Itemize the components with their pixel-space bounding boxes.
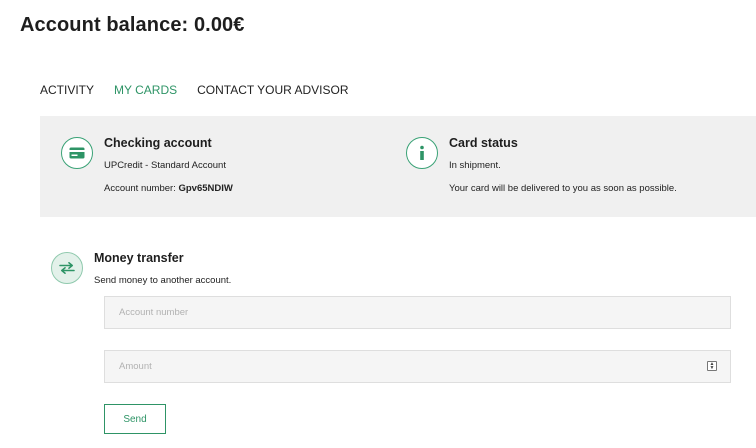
account-number-input[interactable] xyxy=(104,296,731,329)
checking-account-title: Checking account xyxy=(104,136,212,150)
money-transfer-description: Send money to another account. xyxy=(94,275,232,286)
amount-stepper-icon[interactable]: ▲ ▼ xyxy=(707,361,717,371)
tab-my-cards[interactable]: MY CARDS xyxy=(114,83,177,97)
info-icon xyxy=(406,137,438,169)
card-status-value: In shipment. xyxy=(449,160,501,171)
account-number-row: Account number: Gpv65NDIW xyxy=(104,183,233,194)
account-tabs: ACTIVITY MY CARDS CONTACT YOUR ADVISOR xyxy=(40,83,349,97)
transfer-arrows-icon xyxy=(51,252,83,284)
account-number-value: Gpv65NDIW xyxy=(178,183,233,194)
account-balance-title: Account balance: 0.00€ xyxy=(20,14,245,36)
send-button[interactable]: Send xyxy=(104,404,166,434)
card-status-title: Card status xyxy=(449,136,518,150)
checking-account-type: UPCredit - Standard Account xyxy=(104,160,226,171)
cards-panel: Checking account UPCredit - Standard Acc… xyxy=(40,116,756,217)
credit-card-icon xyxy=(61,137,93,169)
account-number-label: Account number: xyxy=(104,183,176,194)
tab-activity[interactable]: ACTIVITY xyxy=(40,83,94,97)
money-transfer-title: Money transfer xyxy=(94,251,184,265)
card-status-message: Your card will be delivered to you as so… xyxy=(449,183,677,194)
amount-input[interactable] xyxy=(104,350,731,383)
tab-contact-advisor[interactable]: CONTACT YOUR ADVISOR xyxy=(197,83,348,97)
